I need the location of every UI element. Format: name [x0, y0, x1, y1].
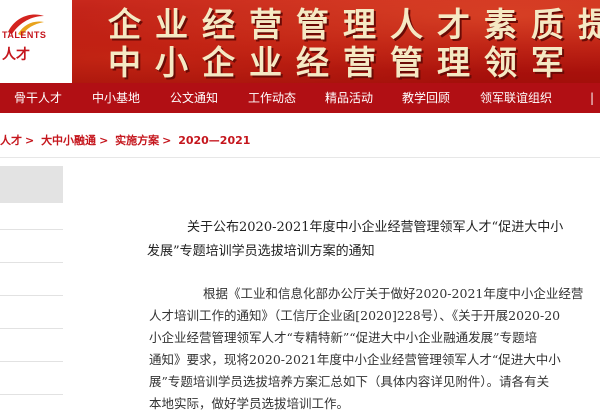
breadcrumb-item-talent[interactable]: 人才 [0, 134, 22, 147]
sidebar-divider [0, 361, 63, 362]
banner-slogan-line2: 中小企业经营管理领军 [108, 43, 578, 82]
article-title-line2: 发展”专题培训学员选拔培训方案的通知 [147, 244, 375, 259]
nav-item-sme-base[interactable]: 中小基地 [92, 83, 140, 113]
nav-item-notices[interactable]: 公文通知 [170, 83, 218, 113]
breadcrumb-item-plan[interactable]: 实施方案 [115, 134, 159, 147]
breadcrumb-separator: > [162, 134, 172, 147]
article-body-line: 本地实际，做好学员选拔培训工作。 [149, 396, 350, 411]
sidebar-header [0, 166, 63, 203]
sidebar-divider [0, 262, 63, 263]
nav-item-activities[interactable]: 精品活动 [325, 83, 373, 113]
breadcrumb: 人才 > 大中小融通 > 实施方案 > 2020—2021 [0, 113, 600, 158]
breadcrumb-separator: > [99, 134, 109, 147]
article-body-line: 根据《工业和信息化部办公厅关于做好2020-2021年度中小企业经营 [203, 286, 584, 301]
site-logo[interactable]: TALENTS 人才 [0, 0, 72, 83]
article-body-line: 小企业经营管理领军人才“专精特新”“促进大中小企业融通发展”专题培 [149, 330, 538, 345]
sidebar-divider [0, 328, 63, 329]
header-banner: TALENTS 人才 企业经营管理人才素质提升 中小企业经营管理领军 [0, 0, 600, 83]
sidebar-divider [0, 394, 63, 395]
nav-item-alliance[interactable]: 领军联谊组织 [480, 83, 552, 113]
sidebar-divider [0, 295, 63, 296]
sidebar [0, 166, 63, 400]
article-body-line: 人才培训工作的通知》（工信厅企业函[2020]228号）、《关于开展2020-2… [149, 308, 561, 323]
breadcrumb-item-year[interactable]: 2020—2021 [178, 134, 250, 147]
breadcrumb-item-integration[interactable]: 大中小融通 [41, 134, 96, 147]
breadcrumb-separator: > [25, 134, 35, 147]
article-title-line1: 关于公布2020-2021年度中小企业经营管理领军人才“促进大中小 [187, 220, 564, 235]
article-body-line: 通知》要求，现将2020-2021年度中小企业经营管理领军人才“促进大中小 [149, 352, 561, 367]
sidebar-divider [0, 229, 63, 230]
article-body-line: 展”专题培训学员选拔培养方案汇总如下（具体内容详见附件）。请各有关 [149, 374, 550, 389]
nav-item-news[interactable]: 工作动态 [248, 83, 296, 113]
nav-item-review[interactable]: 教学回顾 [402, 83, 450, 113]
logo-cn-text: 人才 [2, 47, 30, 63]
nav-item-backbone-talent[interactable]: 骨干人才 [14, 83, 62, 113]
logo-text: TALENTS [2, 30, 47, 40]
nav-item-more[interactable]: | [590, 83, 594, 113]
main-nav: 骨干人才 中小基地 公文通知 工作动态 精品活动 教学回顾 领军联谊组织 | [0, 83, 600, 113]
